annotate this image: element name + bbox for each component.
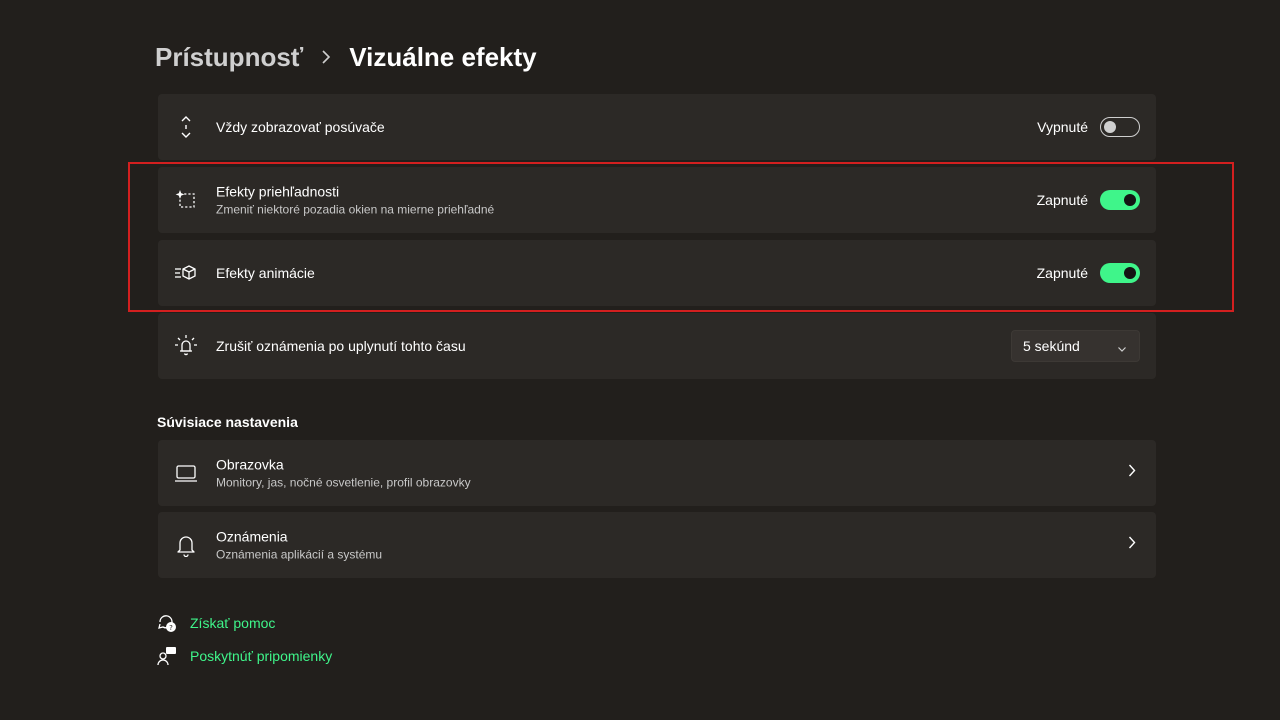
- feedback-person-icon: [157, 646, 177, 666]
- related-item-notifications[interactable]: Oznámenia Oznámenia aplikácií a systému: [158, 512, 1156, 578]
- toggle-state-label: Vypnuté: [1037, 119, 1088, 135]
- get-help-label: Získať pomoc: [190, 615, 276, 631]
- setting-control: 5 sekúnd: [1011, 330, 1140, 362]
- setting-control: Zapnuté: [1037, 190, 1140, 210]
- toggle-knob: [1124, 194, 1136, 206]
- animation-cube-icon: [174, 261, 198, 285]
- setting-text: Efekty priehľadnosti Zmeniť niektoré poz…: [216, 183, 494, 218]
- setting-control: Vypnuté: [1037, 117, 1140, 137]
- laptop-display-icon: [174, 461, 198, 485]
- setting-description: Oznámenia aplikácií a systému: [216, 547, 383, 562]
- svg-text:?: ?: [169, 624, 173, 632]
- setting-title: Efekty priehľadnosti: [216, 183, 340, 200]
- setting-title: Obrazovka: [216, 456, 284, 473]
- related-settings-heading: Súvisiace nastavenia: [157, 414, 298, 430]
- notification-duration-dropdown[interactable]: 5 sekúnd: [1011, 330, 1140, 362]
- settings-page: Prístupnosť Vizuálne efekty Vždy zobrazo…: [0, 0, 1280, 720]
- setting-text: Efekty animácie: [216, 264, 315, 282]
- related-item-display[interactable]: Obrazovka Monitory, jas, nočné osvetleni…: [158, 440, 1156, 506]
- chevron-down-icon: [1117, 341, 1127, 357]
- animation-toggle[interactable]: [1100, 263, 1140, 283]
- dropdown-value: 5 sekúnd: [1023, 338, 1080, 354]
- toggle-knob: [1104, 121, 1116, 133]
- toggle-state-label: Zapnuté: [1036, 192, 1088, 208]
- setting-title: Oznámenia: [216, 528, 288, 545]
- chevron-right-icon: [1128, 464, 1136, 483]
- breadcrumb: Prístupnosť Vizuálne efekty: [155, 38, 537, 76]
- give-feedback-label: Poskytnúť pripomienky: [190, 648, 333, 664]
- scrollbars-toggle[interactable]: [1100, 117, 1140, 137]
- setting-title: Zrušiť oznámenia po uplynutí tohto času: [216, 338, 466, 354]
- chevron-right-icon: [303, 50, 349, 64]
- breadcrumb-parent-link[interactable]: Prístupnosť: [155, 42, 303, 73]
- toggle-knob: [1124, 267, 1136, 279]
- help-chat-icon: ?: [157, 613, 177, 633]
- setting-description: Monitory, jas, nočné osvetlenie, profil …: [216, 475, 471, 490]
- transparency-sparkle-icon: [174, 188, 198, 212]
- notification-timer-icon: [174, 334, 198, 358]
- setting-title: Efekty animácie: [216, 265, 315, 281]
- setting-transparency-effects[interactable]: Efekty priehľadnosti Zmeniť niektoré poz…: [158, 167, 1156, 233]
- setting-text: Zrušiť oznámenia po uplynutí tohto času: [216, 337, 466, 355]
- page-title: Vizuálne efekty: [349, 41, 537, 72]
- toggle-state-label: Zapnuté: [1036, 265, 1088, 281]
- setting-title: Vždy zobrazovať posúvače: [216, 119, 385, 135]
- setting-description: Zmeniť niektoré pozadia okien na mierne …: [216, 202, 495, 217]
- chevron-right-icon: [1128, 536, 1136, 555]
- transparency-toggle[interactable]: [1100, 190, 1140, 210]
- setting-text: Obrazovka Monitory, jas, nočné osvetleni…: [216, 456, 471, 491]
- setting-text: Vždy zobrazovať posúvače: [216, 118, 385, 136]
- give-feedback-link[interactable]: Poskytnúť pripomienky: [157, 646, 332, 666]
- scrollbar-arrows-icon: [174, 115, 198, 139]
- setting-dismiss-notifications[interactable]: Zrušiť oznámenia po uplynutí tohto času …: [158, 313, 1156, 379]
- setting-control: Zapnuté: [1037, 263, 1140, 283]
- setting-always-show-scrollbars[interactable]: Vždy zobrazovať posúvače Vypnuté: [158, 94, 1156, 160]
- setting-animation-effects[interactable]: Efekty animácie Zapnuté: [158, 240, 1156, 306]
- bell-icon: [174, 533, 198, 557]
- get-help-link[interactable]: ? Získať pomoc: [157, 613, 275, 633]
- setting-text: Oznámenia Oznámenia aplikácií a systému: [216, 528, 382, 563]
